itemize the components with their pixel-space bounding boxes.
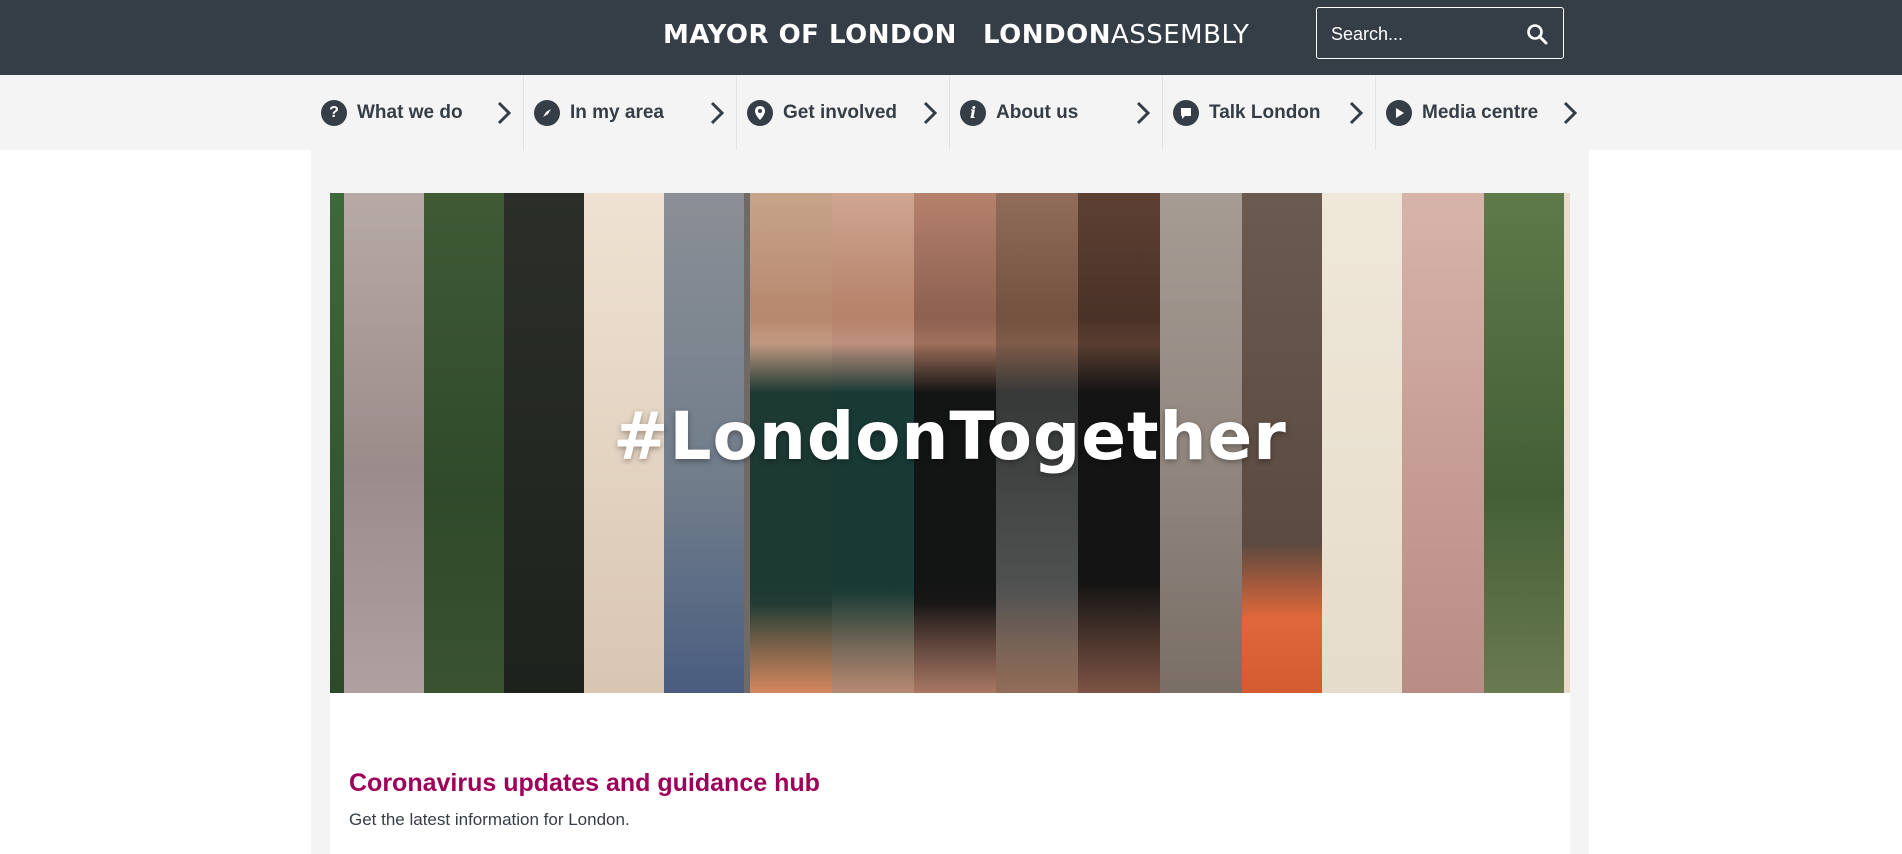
nav-item-what-we-do[interactable]: ? What we do [311, 75, 524, 150]
top-header: MAYOR OF LONDON LONDONASSEMBLY [0, 0, 1902, 75]
map-pin-icon [747, 99, 773, 126]
main-content: #LondonTogether Coronavirus updates and … [311, 150, 1589, 854]
hero-hashtag: #LondonTogether [613, 398, 1287, 475]
nav-label: In my area [570, 101, 664, 123]
search-input[interactable] [1329, 18, 1523, 50]
assembly-logo-light: ASSEMBLY [1110, 20, 1250, 50]
main-navigation: ? What we do In my area Get involved i A… [0, 75, 1902, 150]
card-subtitle: Get the latest information for London. [349, 810, 630, 829]
nav-label: Media centre [1422, 101, 1539, 123]
nav-label: Get involved [783, 101, 898, 123]
chevron-right-icon [1563, 101, 1577, 125]
nav-label: Talk London [1209, 101, 1321, 123]
assembly-logo-strong: LONDON [983, 20, 1111, 50]
nav-item-in-my-area[interactable]: In my area [524, 75, 737, 150]
nav-item-media-centre[interactable]: Media centre [1376, 75, 1589, 150]
london-assembly-logo[interactable]: LONDONASSEMBLY [983, 20, 1249, 50]
nav-item-talk-london[interactable]: Talk London [1163, 75, 1376, 150]
card-title-link[interactable]: Coronavirus updates and guidance hub [349, 769, 820, 798]
info-icon: i [960, 99, 986, 126]
hero-image[interactable]: #LondonTogether [330, 193, 1570, 693]
question-icon: ? [321, 99, 347, 126]
nav-label: What we do [357, 101, 463, 123]
nav-label: About us [996, 101, 1079, 123]
chevron-right-icon [1136, 101, 1150, 125]
play-icon [1386, 99, 1412, 126]
compass-icon [534, 99, 560, 126]
search-box [1316, 7, 1564, 59]
chevron-right-icon [923, 101, 937, 125]
mayor-of-london-logo[interactable]: MAYOR OF LONDON [663, 20, 957, 50]
search-button[interactable] [1522, 20, 1552, 48]
speech-bubble-icon [1173, 99, 1199, 126]
search-icon [1527, 24, 1548, 45]
nav-item-get-involved[interactable]: Get involved [737, 75, 950, 150]
chevron-right-icon [710, 101, 724, 125]
chevron-right-icon [497, 101, 511, 125]
feature-card[interactable]: #LondonTogether Coronavirus updates and … [330, 193, 1570, 854]
nav-item-about-us[interactable]: i About us [950, 75, 1163, 150]
chevron-right-icon [1349, 101, 1363, 125]
